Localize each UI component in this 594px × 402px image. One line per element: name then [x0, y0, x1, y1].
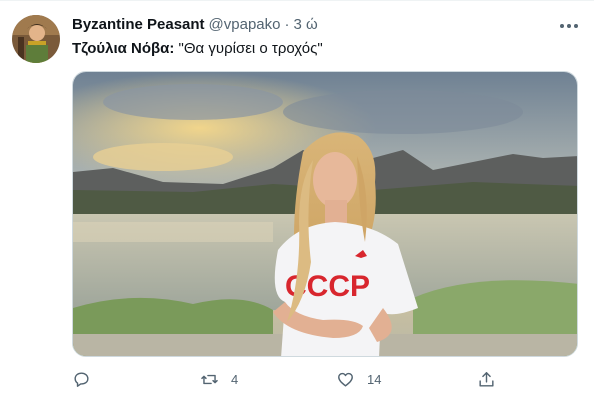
tweet-media-photo[interactable]: CCCP: [72, 71, 578, 357]
share-button[interactable]: [477, 367, 496, 391]
avatar[interactable]: [12, 15, 60, 63]
more-dot-icon: [567, 24, 571, 28]
photo-woman-lake-image: CCCP: [73, 72, 577, 356]
reply-icon: [74, 371, 89, 387]
retweet-icon: [201, 374, 218, 384]
more-dot-icon: [574, 24, 578, 28]
like-button[interactable]: 14: [336, 367, 381, 391]
reply-button[interactable]: [72, 367, 91, 391]
tweet-header: Byzantine Peasant @vpapako · 3 ώ: [72, 15, 318, 35]
display-name[interactable]: Byzantine Peasant: [72, 15, 205, 35]
retweet-count: 4: [231, 371, 239, 387]
tweet-text-speaker: Τζούλια Νόβα:: [72, 40, 175, 57]
share-icon: [479, 371, 494, 387]
heart-icon: [338, 372, 353, 387]
tweet-actions: 4 14: [72, 367, 500, 391]
tweet-text: Τζούλια Νόβα: "Θα γυρίσει ο τροχός": [72, 39, 323, 59]
retweet-button[interactable]: 4: [200, 367, 238, 391]
tweet-text-quote: "Θα γυρίσει ο τροχός": [174, 40, 323, 57]
user-handle[interactable]: @vpapako: [209, 15, 281, 35]
separator-dot: ·: [284, 16, 290, 33]
more-options-button[interactable]: [558, 17, 580, 35]
more-dot-icon: [560, 24, 564, 28]
tweet[interactable]: Byzantine Peasant @vpapako · 3 ώ Τζούλια…: [0, 0, 594, 402]
like-count: 14: [367, 371, 382, 387]
timestamp[interactable]: 3 ώ: [294, 15, 318, 35]
